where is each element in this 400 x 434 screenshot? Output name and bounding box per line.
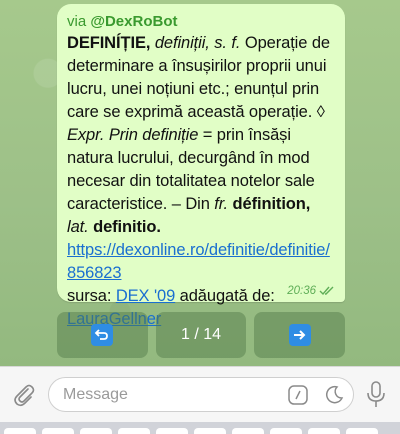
inline-keyboard: 1 / 14 xyxy=(57,312,346,358)
keyboard-key[interactable] xyxy=(308,428,340,434)
keyboard-key[interactable] xyxy=(80,428,112,434)
message-input[interactable] xyxy=(63,385,283,405)
back-arrow-icon xyxy=(91,324,114,346)
message-bubble[interactable]: via @DexRoBot DEFINÍȚIE, definiții, s. f… xyxy=(57,4,345,328)
keyboard-key[interactable] xyxy=(232,428,264,434)
keyboard-key[interactable] xyxy=(270,428,302,434)
keyboard-key[interactable] xyxy=(346,428,378,434)
dexonline-url[interactable]: https://dexonline.ro/definitie/definitie… xyxy=(67,241,330,282)
keyboard-key[interactable] xyxy=(194,428,226,434)
paperclip-icon[interactable] xyxy=(12,382,36,408)
read-checkmarks-icon xyxy=(319,286,334,296)
french-word: définition, xyxy=(228,195,311,213)
bot-handle-link[interactable]: @DexRoBot xyxy=(90,13,177,30)
message-input-bar xyxy=(0,366,400,422)
keyboard-key[interactable] xyxy=(4,428,36,434)
via-prefix: via xyxy=(67,13,91,30)
right-arrow-icon xyxy=(288,324,311,346)
next-page-button[interactable] xyxy=(254,312,346,358)
previous-page-button[interactable] xyxy=(57,312,148,358)
word-forms: definiții, s. f. xyxy=(150,34,241,52)
sticker-icon[interactable] xyxy=(287,384,309,406)
message-time: 20:36 xyxy=(287,285,316,297)
headword: DEFINÍȚIE, xyxy=(67,34,151,52)
latin-label: lat. xyxy=(67,218,89,236)
source-link[interactable]: DEX '09 xyxy=(116,287,175,305)
keyboard-key[interactable] xyxy=(156,428,188,434)
added-by-label: adăugată de: xyxy=(175,287,275,305)
french-label: fr. xyxy=(214,195,229,213)
page-indicator-button[interactable]: 1 / 14 xyxy=(155,312,247,358)
source-label: sursa: xyxy=(67,287,116,305)
microphone-icon[interactable] xyxy=(366,380,386,410)
system-keyboard-edge xyxy=(0,422,400,434)
message-meta: 20:36 xyxy=(287,285,337,297)
message-field[interactable] xyxy=(48,377,354,412)
page-indicator-label: 1 / 14 xyxy=(180,326,222,343)
expression-label: Expr. Prin definiție xyxy=(67,126,199,144)
latin-word: definitio. xyxy=(88,218,161,236)
keyboard-key[interactable] xyxy=(42,428,74,434)
moon-icon[interactable] xyxy=(323,384,345,406)
keyboard-key[interactable] xyxy=(118,428,150,434)
via-bot-label: via @DexRoBot xyxy=(67,12,335,32)
